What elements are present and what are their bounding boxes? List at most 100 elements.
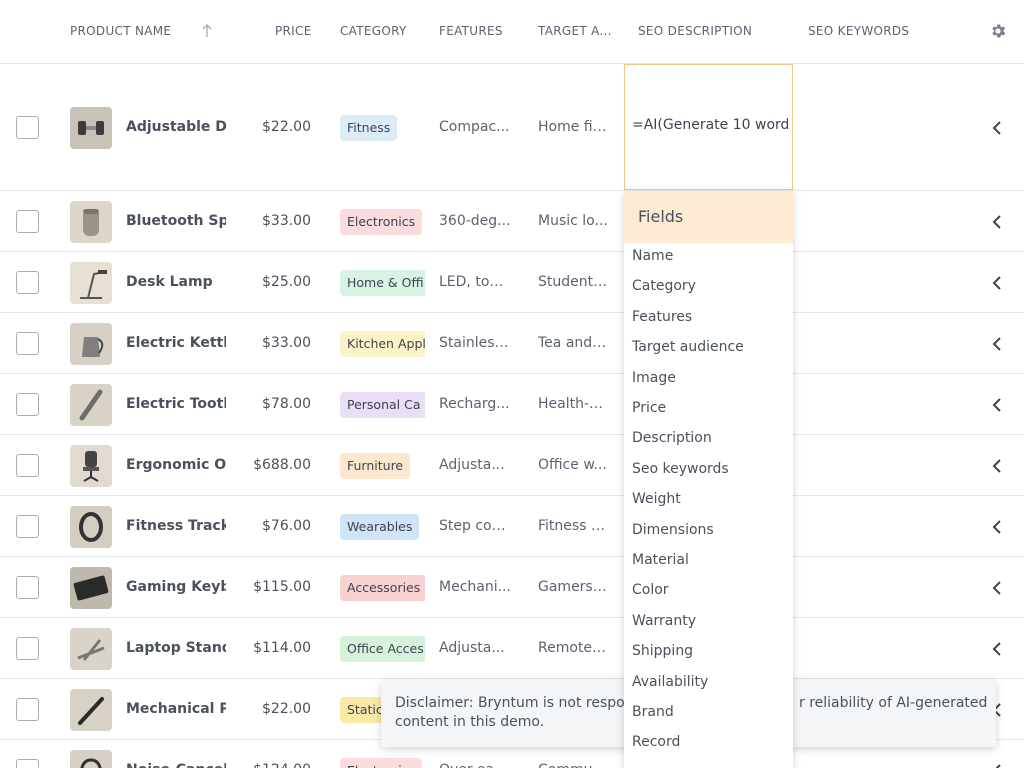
field-option[interactable]: Features (632, 309, 692, 325)
product-price: $33.00 (262, 334, 311, 351)
table-row[interactable]: Desk Lamp $25.00 Home & Offi LED, touc... St… (0, 252, 1024, 313)
chevron-left-icon[interactable] (991, 519, 1003, 534)
row-select-checkbox[interactable] (16, 697, 39, 721)
table-row[interactable]: Electric Toothl $78.00 Personal Ca Recharg.… (0, 374, 1024, 435)
row-select-checkbox[interactable] (16, 636, 39, 660)
product-features: LED, touc... (439, 273, 511, 290)
product-features: Step cou... (439, 517, 511, 534)
field-option[interactable]: Weight (632, 491, 681, 507)
product-target-audience: Students... (538, 273, 609, 290)
row-select-checkbox[interactable] (16, 514, 39, 538)
column-header-product-name[interactable]: PRODUCT NAME (70, 0, 200, 63)
product-target-audience: Office w... (538, 456, 607, 473)
seo-description-cell-editor[interactable]: =AI(Generate 10 word (624, 64, 793, 190)
chevron-left-icon[interactable] (991, 763, 1003, 768)
table-row[interactable]: Fitness Tracke $76.00 Wearables Step cou...… (0, 496, 1024, 557)
product-price: $688.00 (253, 456, 311, 473)
field-option[interactable]: Availability (632, 674, 708, 690)
gear-icon[interactable] (989, 22, 1007, 40)
product-name: Noise-Cancel (126, 762, 226, 768)
field-option[interactable]: Brand (632, 704, 674, 720)
field-option[interactable]: Shipping (632, 643, 693, 659)
product-image (70, 444, 112, 487)
formula-input[interactable]: =AI(Generate 10 word (632, 117, 788, 133)
product-target-audience: Commu... (538, 762, 609, 768)
product-image (70, 505, 112, 548)
grid-header: PRODUCT NAME PRICE CATEGORY FEATURES TAR… (0, 0, 1024, 64)
row-select-checkbox[interactable] (16, 115, 39, 139)
product-price: $114.00 (253, 639, 311, 656)
product-target-audience: Health-c... (538, 395, 609, 412)
chevron-left-icon[interactable] (991, 275, 1003, 290)
product-image (70, 627, 112, 670)
table-row[interactable]: Gaming Keyb $115.00 Accessories Mechani... G… (0, 557, 1024, 618)
column-header-features[interactable]: FEATURES (439, 0, 514, 63)
row-select-checkbox[interactable] (16, 392, 39, 416)
chevron-left-icon[interactable] (991, 397, 1003, 412)
category-badge: Furniture (340, 452, 411, 479)
product-features: 360-deg... (439, 212, 511, 229)
field-option[interactable]: Warranty (632, 613, 696, 629)
field-option[interactable]: Name (632, 248, 673, 264)
product-target-audience: Home fit... (538, 118, 609, 135)
product-target-audience: Music lo... (538, 212, 608, 229)
product-image (70, 566, 112, 609)
chevron-left-icon[interactable] (991, 580, 1003, 595)
field-option[interactable]: Color (632, 582, 669, 598)
category-badge: Kitchen Appl (340, 330, 425, 357)
table-row[interactable]: Electric Kettle $33.00 Kitchen Appl Stainle… (0, 313, 1024, 374)
table-row[interactable]: Bluetooth Spe $33.00 Electronics 360-deg...… (0, 191, 1024, 252)
product-features: Stainless... (439, 334, 511, 351)
column-header-target-audience[interactable]: TARGET A... (538, 0, 613, 63)
product-name: Bluetooth Spe (126, 212, 226, 229)
column-header-seo-keywords[interactable]: SEO KEYWORDS (808, 0, 948, 63)
disclaimer-text-line2: content in this demo. (395, 714, 545, 730)
product-name: Electric Kettle (126, 334, 226, 351)
column-header-category[interactable]: CATEGORY (340, 0, 415, 63)
product-image (70, 200, 112, 243)
product-features: Over-ea... (439, 762, 511, 768)
category-badge: Fitness (340, 114, 398, 141)
field-option[interactable]: Description (632, 430, 712, 446)
table-row[interactable]: Adjustable Du $22.00 Fitness Compac... Home … (0, 64, 1024, 191)
category-badge: Office Acces (340, 635, 425, 662)
fields-picker-title: Fields (624, 191, 793, 243)
column-header-seo-description[interactable]: SEO DESCRIPTION (638, 0, 778, 63)
chevron-left-icon[interactable] (991, 458, 1003, 473)
chevron-left-icon[interactable] (991, 214, 1003, 229)
product-name: Laptop Stand (126, 639, 226, 656)
row-select-checkbox[interactable] (16, 758, 39, 768)
category-badge: Electronics (340, 208, 423, 235)
field-option[interactable]: Price (632, 400, 666, 416)
product-features: Adjusta... (439, 639, 505, 656)
chevron-left-icon[interactable] (991, 120, 1003, 135)
product-target-audience: Fitness e... (538, 517, 609, 534)
field-option[interactable]: Record (632, 734, 680, 750)
product-features: Recharg... (439, 395, 510, 412)
field-option[interactable]: Material (632, 552, 689, 568)
product-image (70, 322, 112, 365)
product-price: $22.00 (262, 118, 311, 135)
row-select-checkbox[interactable] (16, 209, 39, 233)
row-select-checkbox[interactable] (16, 270, 39, 294)
field-option[interactable]: Category (632, 278, 696, 294)
table-row[interactable]: Ergonomic Off $688.00 Furniture Adjusta... O… (0, 435, 1024, 496)
chevron-left-icon[interactable] (991, 336, 1003, 351)
product-name: Gaming Keyb (126, 578, 226, 595)
row-select-checkbox[interactable] (16, 453, 39, 477)
product-image (70, 261, 112, 304)
field-option[interactable]: Seo keywords (632, 461, 729, 477)
chevron-left-icon[interactable] (991, 641, 1003, 656)
fields-picker-popup: Fields Name Category Features Target audien… (624, 191, 793, 768)
arrow-up-icon[interactable] (201, 23, 213, 39)
row-select-checkbox[interactable] (16, 331, 39, 355)
field-option[interactable]: Target audience (632, 339, 744, 355)
row-select-checkbox[interactable] (16, 575, 39, 599)
product-price: $22.00 (262, 700, 311, 717)
field-option[interactable]: Dimensions (632, 522, 714, 538)
table-row[interactable]: Laptop Stand $114.00 Office Acces Adjusta..… (0, 618, 1024, 679)
product-target-audience: Gamers,... (538, 578, 609, 595)
product-image (70, 106, 112, 149)
column-header-price[interactable]: PRICE (275, 0, 315, 63)
field-option[interactable]: Image (632, 370, 676, 386)
